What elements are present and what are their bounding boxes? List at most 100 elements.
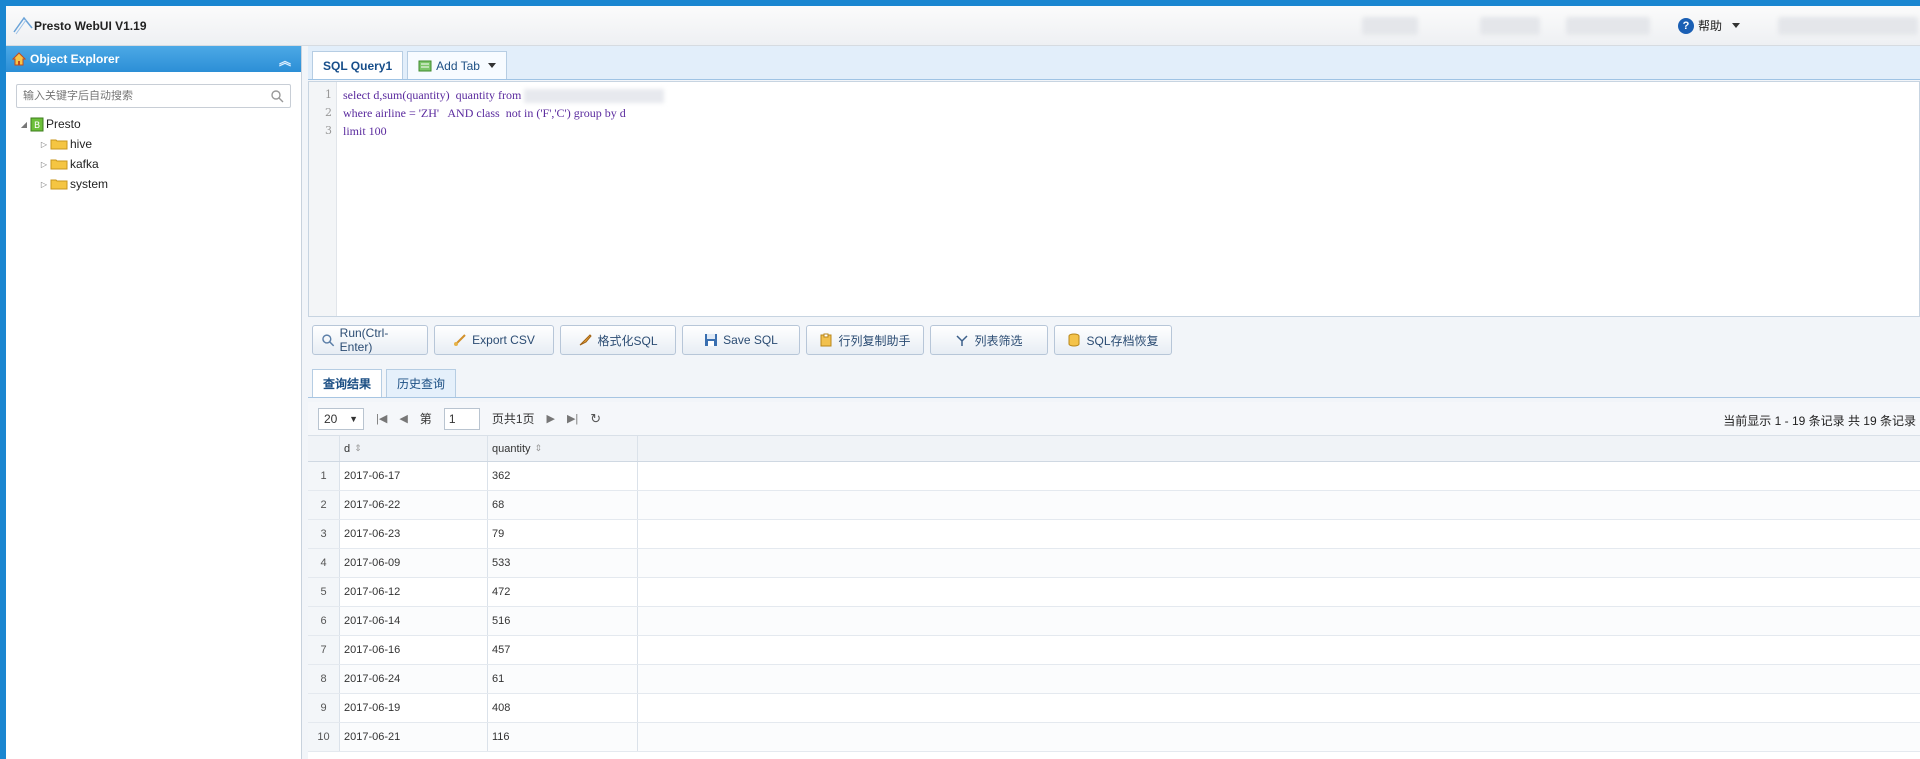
tab-query-history[interactable]: 历史查询 [386,369,457,397]
cell-quantity[interactable]: 472 [488,578,638,606]
help-label: 帮助 [1698,19,1723,33]
collapsed-arrow-icon[interactable]: ▷ [38,180,50,189]
tree-node-system[interactable]: ▷ system [18,174,301,194]
format-sql-button[interactable]: 格式化SQL [560,325,676,355]
table-row[interactable]: 5 2017-06-12 472 [308,578,1920,607]
table-row[interactable]: 8 2017-06-24 61 [308,665,1920,694]
app-window: Presto WebUI V1.19 ? 帮助 Object Explorer … [6,6,1920,759]
column-header-quantity[interactable]: quantity ⇕ [488,436,638,461]
save-label: Save SQL [723,333,778,347]
search-icon [322,334,335,347]
run-label: Run(Ctrl-Enter) [339,326,389,354]
row-number-header [308,436,340,461]
filter-label: 列表筛选 [974,333,1023,348]
add-tab-button[interactable]: Add Tab [407,51,507,79]
cell-quantity[interactable]: 457 [488,636,638,664]
tree-node-label: system [70,177,109,191]
top-bar: Presto WebUI V1.19 ? 帮助 [6,6,1920,46]
next-page-icon[interactable]: ▶ [547,412,555,425]
row-column-copy-button[interactable]: 行列复制助手 [806,325,924,355]
sql-archive-button[interactable]: SQL存档恢复 [1054,325,1172,355]
help-menu[interactable]: ? 帮助 [1678,17,1741,34]
table-row[interactable]: 4 2017-06-09 533 [308,549,1920,578]
first-page-icon[interactable]: |◀ [376,412,387,425]
tab-query-results[interactable]: 查询结果 [312,369,383,397]
redacted-table-name [524,89,665,104]
grid-header: d ⇕ quantity ⇕ [308,436,1920,462]
tree-node-label: kafka [70,157,99,171]
cell-quantity[interactable]: 79 [488,520,638,548]
svg-text:B: B [34,121,40,131]
collapse-icon[interactable]: ︽ [279,52,291,69]
cell-quantity[interactable]: 516 [488,607,638,635]
list-filter-button[interactable]: 列表筛选 [930,325,1048,355]
cell-quantity[interactable]: 68 [488,491,638,519]
last-page-icon[interactable]: ▶| [567,412,578,425]
redacted-area [1566,17,1650,35]
object-explorer-panel: Object Explorer ︽ ◢ B Presto ▷ [6,46,302,759]
tab-sql-query1[interactable]: SQL Query1 [312,51,404,79]
cell-quantity[interactable]: 533 [488,549,638,577]
cell-quantity[interactable]: 116 [488,723,638,751]
presto-db-icon: B [30,117,44,132]
cell-quantity[interactable]: 408 [488,694,638,722]
table-row[interactable]: 6 2017-06-14 516 [308,607,1920,636]
cell-d[interactable]: 2017-06-21 [340,723,488,751]
export-csv-button[interactable]: Export CSV [434,325,554,355]
folder-icon [50,139,68,150]
row-number: 5 [308,578,340,606]
cell-d[interactable]: 2017-06-19 [340,694,488,722]
archive-label: SQL存档恢复 [1086,333,1159,348]
save-sql-button[interactable]: Save SQL [682,325,800,355]
code-area[interactable]: select d,sum(quantity) quantity from whe… [337,82,665,316]
result-tabs: 查询结果 历史查询 [308,368,1920,398]
collapsed-arrow-icon[interactable]: ▷ [38,140,50,149]
column-header-label: d [344,442,351,455]
table-row[interactable]: 7 2017-06-16 457 [308,636,1920,665]
cell-d[interactable]: 2017-06-23 [340,520,488,548]
code-line: select d,sum(quantity) quantity from [343,88,665,106]
tree-search-input[interactable] [23,90,284,102]
cell-quantity[interactable]: 362 [488,462,638,490]
cell-quantity[interactable]: 61 [488,665,638,693]
cell-d[interactable]: 2017-06-14 [340,607,488,635]
cell-d[interactable]: 2017-06-17 [340,462,488,490]
tree-node-presto[interactable]: ◢ B Presto [18,114,301,134]
dropdown-arrow-icon: ▼ [349,413,358,424]
tree-node-kafka[interactable]: ▷ kafka [18,154,301,174]
tab-label: 查询结果 [323,377,372,391]
line-number: 3 [325,124,332,137]
grid-body: 1 2017-06-17 362 2 2017-06-22 68 3 2017-06-23 79… [308,462,1920,752]
prev-page-icon[interactable]: ◀ [399,412,407,425]
run-button[interactable]: Run(Ctrl-Enter) [312,325,428,355]
collapsed-arrow-icon[interactable]: ▷ [38,160,50,169]
table-row[interactable]: 1 2017-06-17 362 [308,462,1920,491]
column-header-d[interactable]: d ⇕ [340,436,488,461]
table-row[interactable]: 3 2017-06-23 79 [308,520,1920,549]
chevron-down-icon [1732,23,1741,28]
page-size-select[interactable]: 20 ▼ [318,407,364,430]
redacted-area [1362,17,1418,35]
page-number-input[interactable]: 1 [443,407,480,430]
search-icon[interactable] [270,89,284,103]
cell-d[interactable]: 2017-06-12 [340,578,488,606]
line-number: 1 [325,88,332,101]
expanded-arrow-icon[interactable]: ◢ [18,120,30,129]
tree-node-label: Presto [46,117,81,131]
cell-d[interactable]: 2017-06-09 [340,549,488,577]
format-label: 格式化SQL [597,333,658,348]
tree-node-hive[interactable]: ▷ hive [18,134,301,154]
row-number: 3 [308,520,340,548]
cell-d[interactable]: 2017-06-16 [340,636,488,664]
code-line: limit 100 [343,124,387,138]
cell-d[interactable]: 2017-06-22 [340,491,488,519]
code-line: where airline = 'ZH' AND class not in ('… [343,106,626,120]
cell-d[interactable]: 2017-06-24 [340,665,488,693]
refresh-icon[interactable]: ↻ [590,411,601,427]
table-row[interactable]: 10 2017-06-21 116 [308,723,1920,752]
table-row[interactable]: 2 2017-06-22 68 [308,491,1920,520]
tree-search-box[interactable] [16,84,291,108]
add-tab-icon [418,60,432,71]
table-row[interactable]: 9 2017-06-19 408 [308,694,1920,723]
sql-editor[interactable]: 1 2 3 select d,sum(quantity) quantity fr… [308,81,1920,317]
